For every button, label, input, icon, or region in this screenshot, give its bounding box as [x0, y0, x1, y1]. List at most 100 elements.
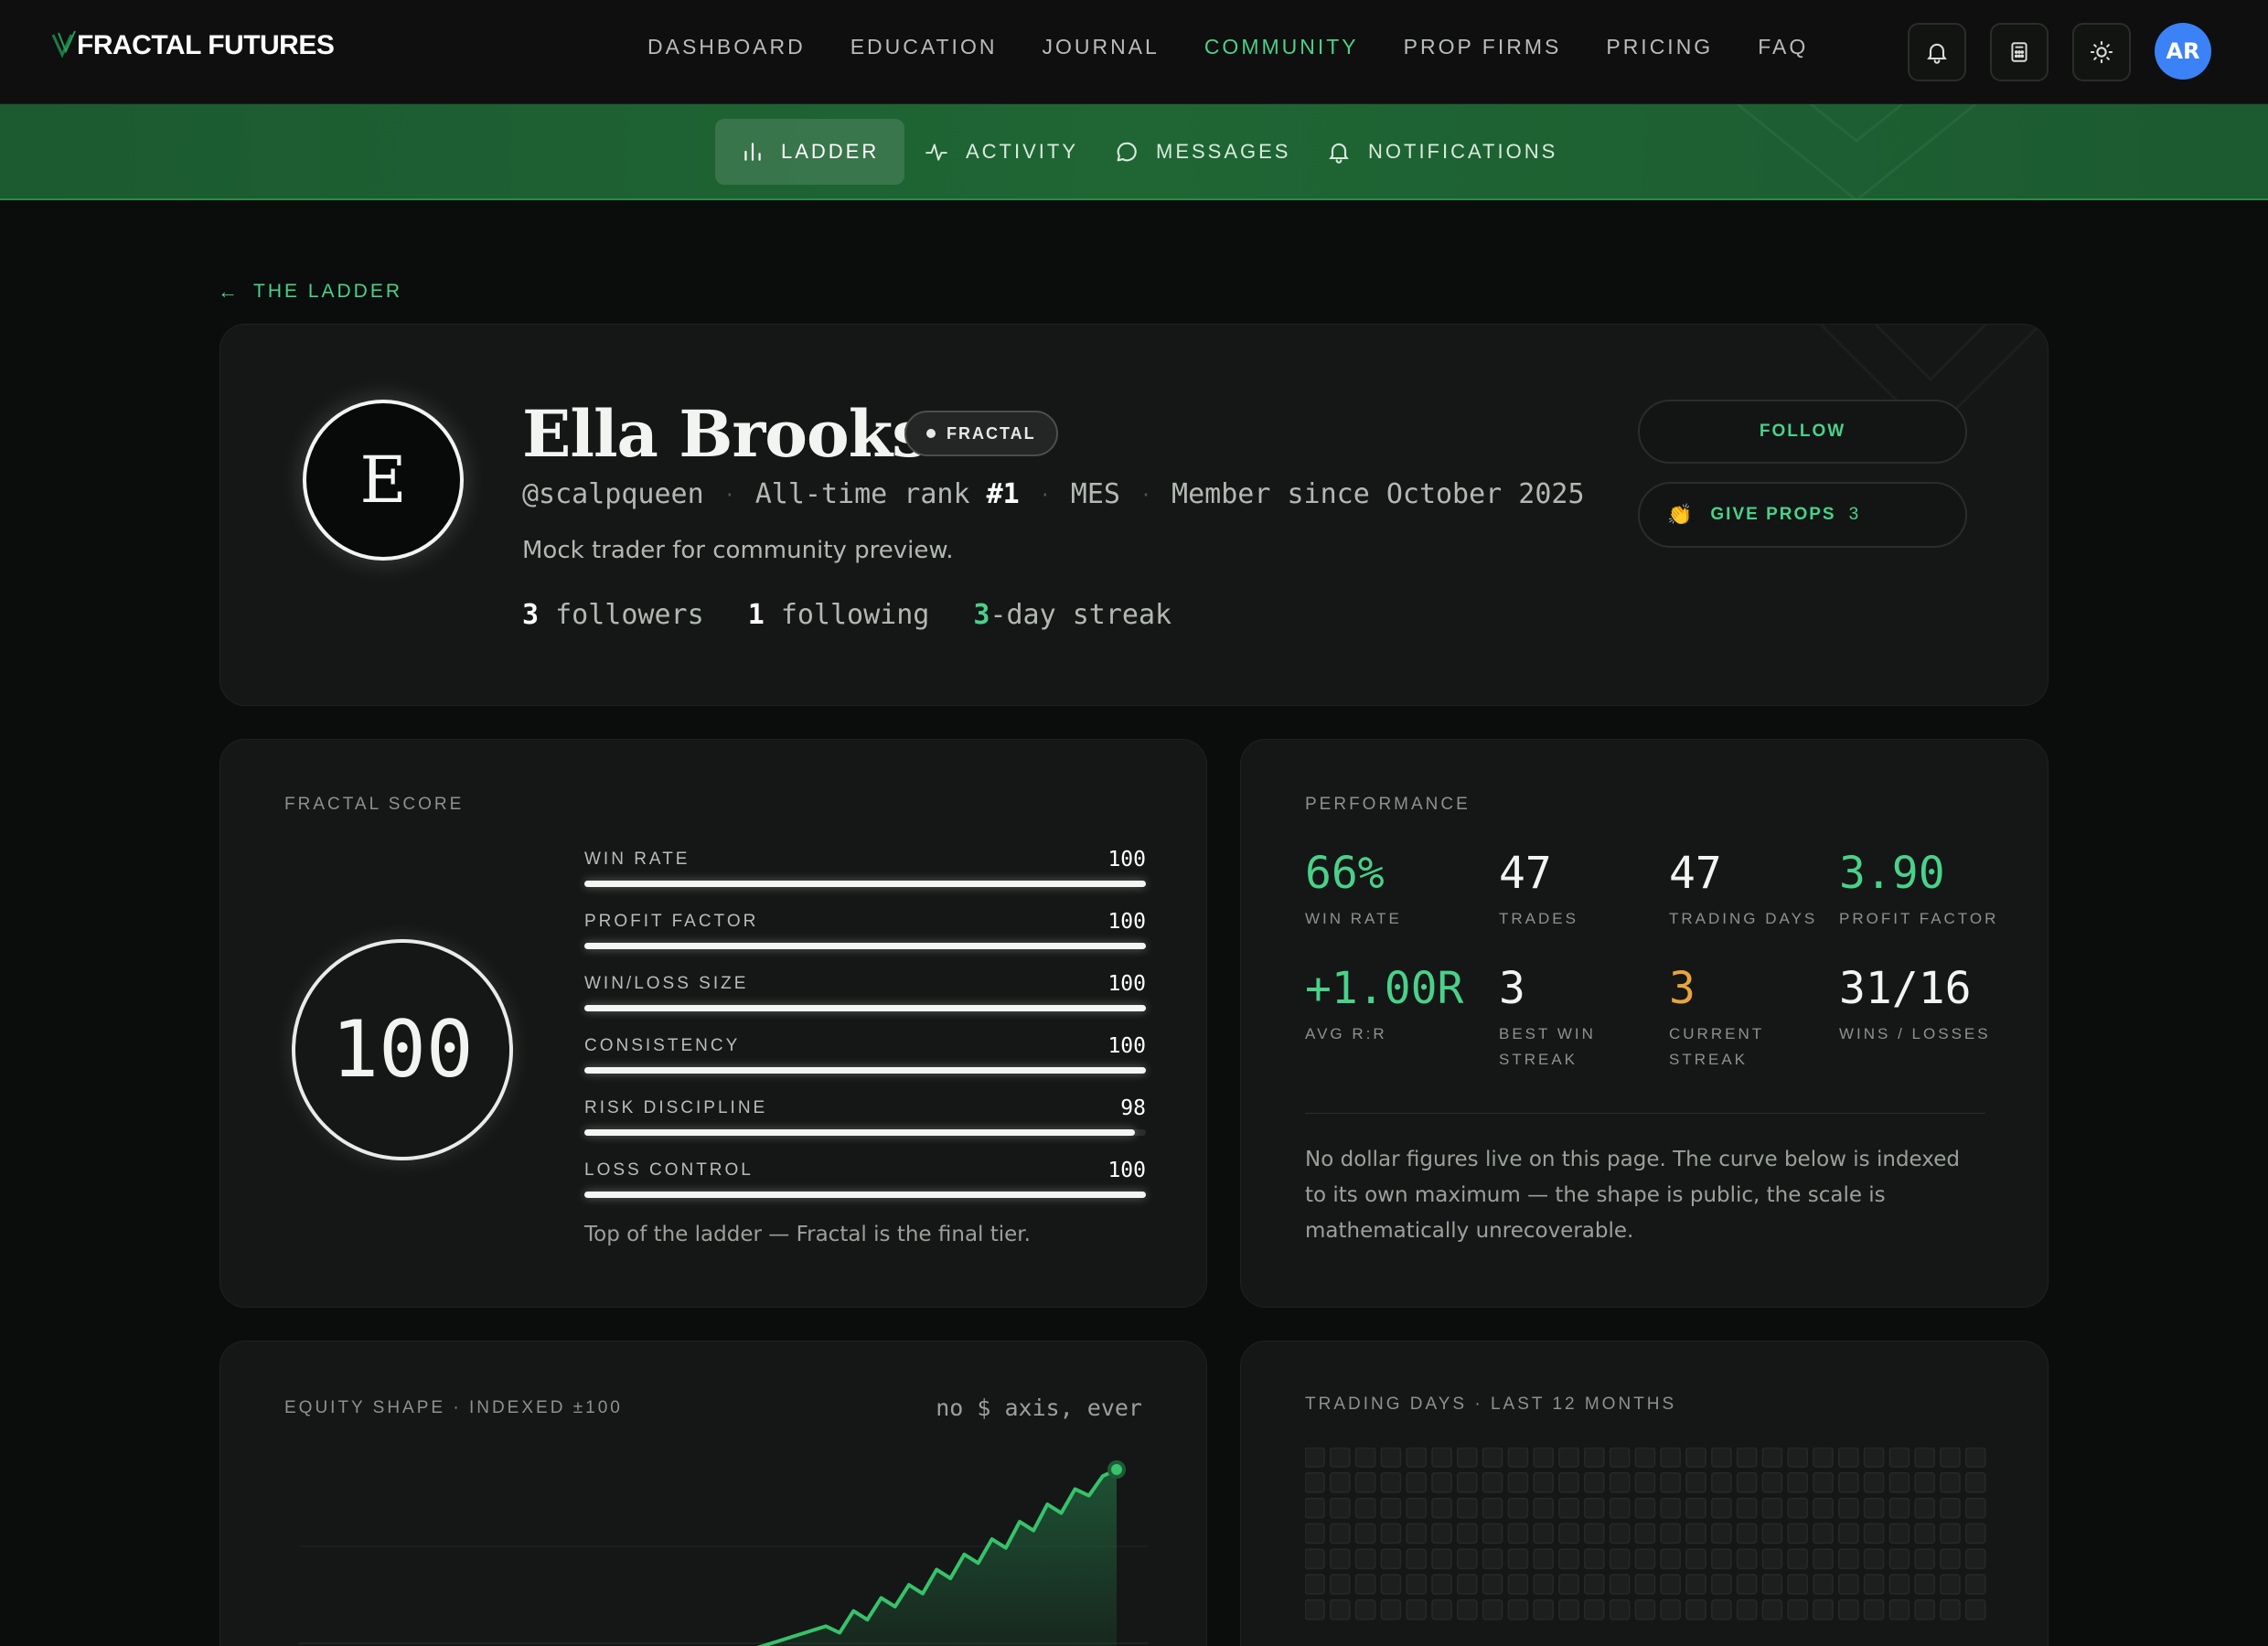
heatmap-day-cell [1482, 1548, 1503, 1569]
back-link-label: THE LADDER [253, 281, 403, 302]
performance-label: PERFORMANCE [1305, 795, 1471, 814]
followers-count: 3 [522, 599, 540, 631]
heatmap-day-cell [1482, 1472, 1503, 1493]
nav-education[interactable]: EDUCATION [850, 35, 998, 59]
heatmap-day-cell [1736, 1472, 1758, 1493]
give-props-button[interactable]: 👏 GIVE PROPS 3 [1638, 482, 1967, 548]
tab-messages-label: MESSAGES [1156, 140, 1291, 163]
perf-value: +1.00R [1305, 963, 1464, 1014]
tab-ladder[interactable]: LADDER [715, 119, 905, 185]
heatmap-day-cell [1813, 1548, 1834, 1569]
perf-label: TRADES [1499, 910, 1578, 927]
heatmap-day-cell [1457, 1548, 1478, 1569]
heatmap-day-cell [1787, 1523, 1808, 1544]
heatmap-day-cell [1584, 1548, 1605, 1569]
heatmap-day-cell [1584, 1497, 1605, 1519]
heatmap-day-cell [1914, 1448, 1935, 1468]
profile-avatar: E [303, 400, 464, 561]
metric-value: 100 [1107, 972, 1146, 996]
notifications-button[interactable] [1908, 23, 1966, 81]
heatmap-day-cell [1305, 1472, 1325, 1493]
heatmap-day-cell [1914, 1599, 1935, 1620]
perf-value: 47 [1669, 848, 1722, 899]
nav-journal[interactable]: JOURNAL [1042, 35, 1159, 59]
arrow-left-icon: ← [218, 280, 241, 303]
heatmap-day-cell [1761, 1574, 1783, 1595]
brand-logo[interactable]: FRACTAL FUTURES [51, 27, 335, 64]
top-navbar: FRACTAL FUTURES DASHBOARD EDUCATION JOUR… [0, 0, 2268, 104]
equity-note: no $ axis, ever [936, 1395, 1142, 1421]
heatmap-day-cell [1584, 1599, 1605, 1620]
heatmap-day-cell [1736, 1548, 1758, 1569]
perf-best-win-streak: 3 BEST WIN STREAK [1499, 963, 1636, 1073]
heatmap-day-cell [1380, 1574, 1402, 1595]
perf-value: 31/16 [1839, 963, 1972, 1014]
nav-dashboard[interactable]: DASHBOARD [647, 35, 806, 59]
tab-activity[interactable]: ACTIVITY [898, 119, 1104, 185]
heatmap-day-cell [1787, 1599, 1808, 1620]
heatmap-day-cell [1813, 1574, 1834, 1595]
heatmap-day-cell [1888, 1448, 1910, 1468]
equity-endpoint [1107, 1460, 1126, 1479]
heatmap-day-cell [1888, 1548, 1910, 1569]
nav-pricing[interactable]: PRICING [1606, 35, 1713, 59]
heatmap-day-cell [1354, 1448, 1376, 1468]
heatmap-day-cell [1609, 1497, 1631, 1519]
follow-button[interactable]: FOLLOW [1638, 400, 1967, 464]
nav-faq[interactable]: FAQ [1758, 35, 1808, 59]
perf-value: 3.90 [1839, 848, 1945, 899]
heatmap-day-cell [1558, 1599, 1579, 1620]
heatmap-day-cell [1330, 1548, 1351, 1569]
heatmap-day-cell [1685, 1448, 1706, 1468]
profile-rank: #1 [986, 478, 1020, 510]
back-to-ladder-link[interactable]: ← THE LADDER [218, 280, 402, 304]
heatmap-day-cell [1482, 1523, 1503, 1544]
heatmap-day-cell [1533, 1548, 1554, 1569]
nav-prop-firms[interactable]: PROP FIRMS [1404, 35, 1562, 59]
followers-stat[interactable]: 3 followers [522, 599, 704, 631]
heatmap-day-cell [1457, 1599, 1478, 1620]
calculator-button[interactable] [1990, 23, 2049, 81]
metric-loss-control: LOSS CONTROL 100 [584, 1159, 1146, 1206]
equity-area [763, 1470, 1117, 1646]
heatmap-day-cell [1940, 1497, 1961, 1519]
pulse-icon [925, 144, 947, 161]
perf-value: 3 [1499, 963, 1525, 1014]
heatmap-day-cell [1634, 1548, 1656, 1569]
community-subnav: LADDER ACTIVITY MESSAGES NOTIFICATIONS [0, 104, 2268, 200]
heatmap-day-cell [1380, 1599, 1402, 1620]
heatmap-day-cell [1965, 1574, 1986, 1595]
heatmap-day-cell [1507, 1599, 1529, 1620]
tab-messages[interactable]: MESSAGES [1088, 119, 1316, 185]
heatmap-day-cell [1736, 1599, 1758, 1620]
heatmap-day-cell [1685, 1548, 1706, 1569]
heatmap-day-cell [1330, 1574, 1351, 1595]
metric-track [584, 1192, 1146, 1198]
heatmap-day-cell [1965, 1523, 1986, 1544]
heatmap-day-cell [1406, 1574, 1427, 1595]
heatmap-day-cell [1813, 1523, 1834, 1544]
heatmap-day-cell [1406, 1523, 1427, 1544]
heatmap-day-cell [1838, 1448, 1859, 1468]
profile-handle: @scalpqueen [522, 478, 704, 510]
heatmap-day-cell [1305, 1448, 1325, 1468]
perf-value: 3 [1669, 963, 1696, 1014]
tab-notifications[interactable]: NOTIFICATIONS [1300, 119, 1583, 185]
tier-badge: FRACTAL [904, 411, 1058, 456]
theme-toggle-button[interactable] [2072, 23, 2131, 81]
heatmap-day-cell [1813, 1448, 1834, 1468]
heatmap-day-cell [1940, 1599, 1961, 1620]
heatmap-day-cell [1305, 1548, 1325, 1569]
metric-consistency: CONSISTENCY 100 [584, 1034, 1146, 1082]
nav-community[interactable]: COMMUNITY [1204, 35, 1359, 59]
following-stat[interactable]: 1 following [748, 599, 930, 631]
heatmap-day-cell [1330, 1599, 1351, 1620]
heatmap-day-cell [1609, 1599, 1631, 1620]
bell-icon [1927, 43, 1947, 64]
heatmap-day-cell [1533, 1574, 1554, 1595]
heatmap-day-cell [1507, 1497, 1529, 1519]
heatmap-day-cell [1431, 1497, 1452, 1519]
heatmap-day-cell [1634, 1523, 1656, 1544]
user-avatar[interactable]: AR [2155, 23, 2211, 80]
streak-label: -day streak [990, 599, 1172, 631]
